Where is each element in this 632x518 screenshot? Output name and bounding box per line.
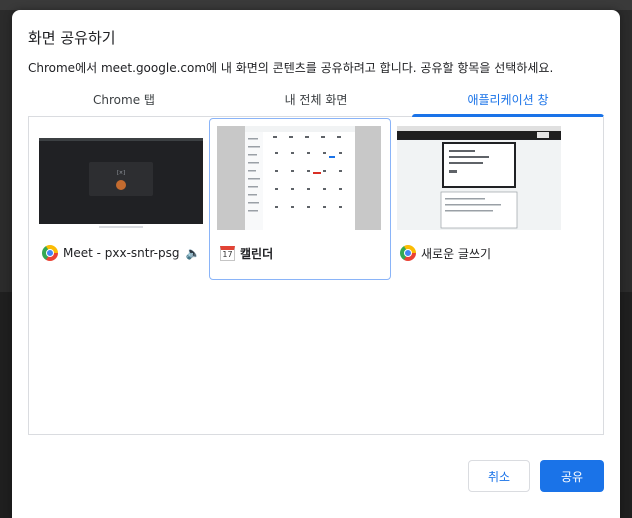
window-card-calendar[interactable]: 17 캘린더 [209, 118, 391, 280]
cancel-button[interactable]: 취소 [468, 460, 530, 492]
window-card-meet[interactable]: [×] Meet - pxx-sntr-psg 🔈 [31, 118, 213, 280]
window-thumbnail-calendar [217, 126, 381, 230]
tab-application-window[interactable]: 애플리케이션 창 [412, 88, 604, 117]
share-screen-dialog: 화면 공유하기 Chrome에서 meet.google.com에 내 화면의 … [12, 10, 620, 518]
tab-entire-screen[interactable]: 내 전체 화면 [220, 88, 412, 116]
window-picker-panel: [×] Meet - pxx-sntr-psg 🔈 17 캘린더 새로운 글쓰기 [28, 116, 604, 435]
tab-chrome-tab[interactable]: Chrome 탭 [28, 88, 220, 116]
window-thumbnail-new-post [397, 126, 561, 230]
dialog-subtitle: Chrome에서 meet.google.com에 내 화면의 콘텐츠를 공유하… [28, 61, 554, 75]
window-label-new-post: 새로운 글쓰기 [400, 244, 491, 262]
window-label-calendar: 17 캘린더 [220, 244, 273, 262]
window-card-new-post[interactable]: 새로운 글쓰기 [389, 118, 571, 280]
chrome-icon [42, 245, 58, 261]
share-button[interactable]: 공유 [540, 460, 604, 492]
chrome-icon [400, 245, 416, 261]
background-window-top [0, 0, 632, 10]
speaker-icon: 🔈 [185, 246, 201, 260]
svg-text:[×]: [×] [117, 170, 125, 176]
window-thumbnail-meet: [×] [39, 126, 203, 230]
window-label-meet: Meet - pxx-sntr-psg 🔈 [42, 244, 200, 262]
dialog-title: 화면 공유하기 [28, 29, 116, 47]
tab-bar: Chrome 탭 내 전체 화면 애플리케이션 창 [28, 88, 604, 117]
calendar-icon: 17 [220, 245, 235, 261]
